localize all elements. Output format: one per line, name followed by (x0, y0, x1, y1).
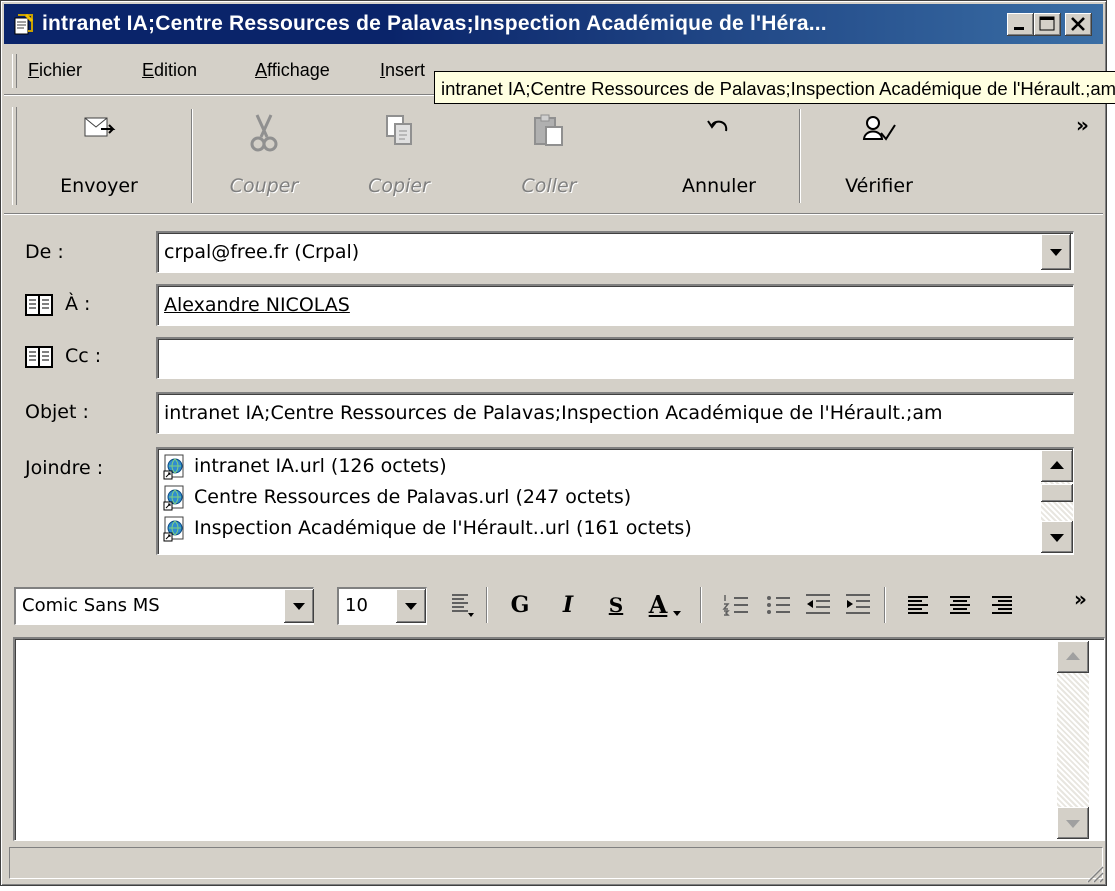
menu-insertion[interactable]: Insert (380, 60, 425, 81)
bullet-list-button[interactable] (762, 589, 794, 621)
attachments-scrollbar[interactable] (1041, 450, 1073, 553)
close-icon (1071, 17, 1085, 31)
menu-affichage[interactable]: Affichage (255, 60, 330, 81)
chevron-up-icon (1050, 461, 1064, 469)
align-right-icon (992, 596, 1012, 614)
chevron-down-icon (293, 603, 305, 610)
paste-icon (534, 114, 563, 146)
toolbar-overflow-button[interactable]: » (1076, 113, 1089, 137)
copy-icon (386, 115, 412, 145)
increase-indent-button[interactable] (842, 589, 874, 621)
send-icon (84, 117, 116, 137)
decrease-indent-button[interactable] (802, 589, 834, 621)
url-file-icon (163, 485, 184, 511)
undo-icon (707, 120, 728, 132)
cut-button[interactable]: Couper (204, 105, 324, 205)
subject-field[interactable]: intranet IA;Centre Ressources de Palavas… (156, 392, 1074, 434)
scroll-up-button[interactable] (1057, 641, 1089, 673)
address-book-icon[interactable] (25, 345, 55, 369)
font-name-dropdown-button[interactable] (284, 589, 314, 623)
align-left-icon (908, 596, 928, 614)
from-value: crpal@free.fr (Crpal) (164, 241, 360, 263)
check-names-button[interactable]: Vérifier (814, 105, 944, 205)
increase-indent-icon (846, 594, 870, 614)
to-field[interactable]: Alexandre NICOLAS (156, 284, 1074, 326)
cc-field[interactable] (156, 337, 1074, 379)
toolbar-separator (799, 109, 801, 203)
subject-value: intranet IA;Centre Ressources de Palavas… (164, 402, 943, 424)
format-separator (486, 587, 488, 623)
url-file-icon (163, 516, 184, 542)
maximize-button[interactable] (1034, 13, 1061, 36)
paragraph-style-button[interactable] (446, 589, 478, 621)
align-left-button[interactable] (902, 589, 934, 621)
from-dropdown-button[interactable] (1041, 234, 1071, 270)
minimize-icon (1014, 27, 1024, 30)
bullet-list-icon (767, 596, 790, 614)
chevron-up-icon (1066, 652, 1080, 660)
copy-button[interactable]: Copier (324, 105, 474, 205)
numbered-list-button[interactable] (720, 589, 752, 621)
decrease-indent-icon (806, 594, 830, 614)
menu-grip[interactable] (12, 54, 17, 88)
title-bar[interactable]: intranet IA;Centre Ressources de Palavas… (4, 4, 1103, 44)
title-tooltip: intranet IA;Centre Ressources de Palavas… (434, 71, 1115, 104)
font-color-button[interactable]: A (642, 589, 674, 621)
attach-label: Joindre : (25, 457, 104, 479)
align-right-button[interactable] (986, 589, 1018, 621)
italic-button[interactable]: I (552, 589, 584, 621)
chevron-down-icon (1066, 820, 1080, 828)
format-separator (700, 587, 702, 623)
address-book-icon[interactable] (25, 293, 55, 317)
align-center-icon (950, 596, 970, 614)
font-name-select[interactable]: Comic Sans MS (14, 587, 314, 625)
bold-button[interactable]: G (504, 589, 536, 621)
window-title: intranet IA;Centre Ressources de Palavas… (42, 12, 827, 35)
compose-window: intranet IA;Centre Ressources de Palavas… (0, 0, 1107, 886)
scissors-icon (250, 114, 278, 152)
chevron-down-icon (1050, 249, 1062, 256)
menu-edition[interactable]: Edition (142, 60, 197, 81)
send-button[interactable]: Envoyer (24, 105, 174, 205)
font-size-dropdown-button[interactable] (396, 589, 426, 623)
minimize-button[interactable] (1007, 13, 1034, 36)
attachments-list[interactable]: intranet IA.url (126 octets) Centre Ress… (156, 447, 1074, 555)
font-color-dropdown-icon[interactable] (672, 609, 682, 619)
message-body[interactable] (13, 637, 1105, 841)
cc-label: Cc : (65, 345, 102, 367)
scroll-down-button[interactable] (1057, 807, 1089, 839)
main-toolbar: Envoyer Couper Copier Coller Annuler Vér… (4, 99, 1103, 214)
chevron-down-icon (1050, 534, 1064, 542)
formatting-toolbar: Comic Sans MS 10 G I S A » (4, 573, 1103, 633)
new-message-icon (14, 13, 34, 35)
scroll-up-button[interactable] (1041, 450, 1073, 482)
toolbar-separator (191, 109, 193, 203)
menu-fichier[interactable]: Fichier (28, 60, 82, 81)
message-body-text[interactable] (25, 649, 1054, 830)
check-names-icon (862, 116, 896, 141)
resize-grip-icon[interactable] (1082, 861, 1104, 883)
from-dropdown[interactable]: crpal@free.fr (Crpal) (156, 231, 1074, 273)
to-label: À : (65, 293, 91, 315)
maximize-icon (1039, 16, 1055, 31)
to-recipient[interactable]: Alexandre NICOLAS (164, 294, 350, 316)
paragraph-style-icon (452, 594, 474, 617)
paste-button[interactable]: Coller (474, 105, 624, 205)
status-bar (9, 847, 1103, 879)
undo-button[interactable]: Annuler (644, 105, 794, 205)
scroll-thumb[interactable] (1041, 484, 1073, 502)
url-file-icon (163, 454, 184, 480)
from-label: De : (25, 241, 64, 263)
format-overflow-button[interactable]: » (1074, 587, 1087, 611)
scroll-down-button[interactable] (1041, 521, 1073, 553)
body-scrollbar[interactable] (1057, 641, 1089, 839)
chevron-down-icon (405, 603, 417, 610)
close-button[interactable] (1065, 13, 1092, 36)
toolbar-grip[interactable] (12, 107, 17, 205)
align-center-button[interactable] (944, 589, 976, 621)
format-separator (884, 587, 886, 623)
underline-button[interactable]: S (600, 589, 632, 621)
numbered-list-icon (722, 595, 748, 616)
subject-label: Objet : (25, 401, 89, 423)
